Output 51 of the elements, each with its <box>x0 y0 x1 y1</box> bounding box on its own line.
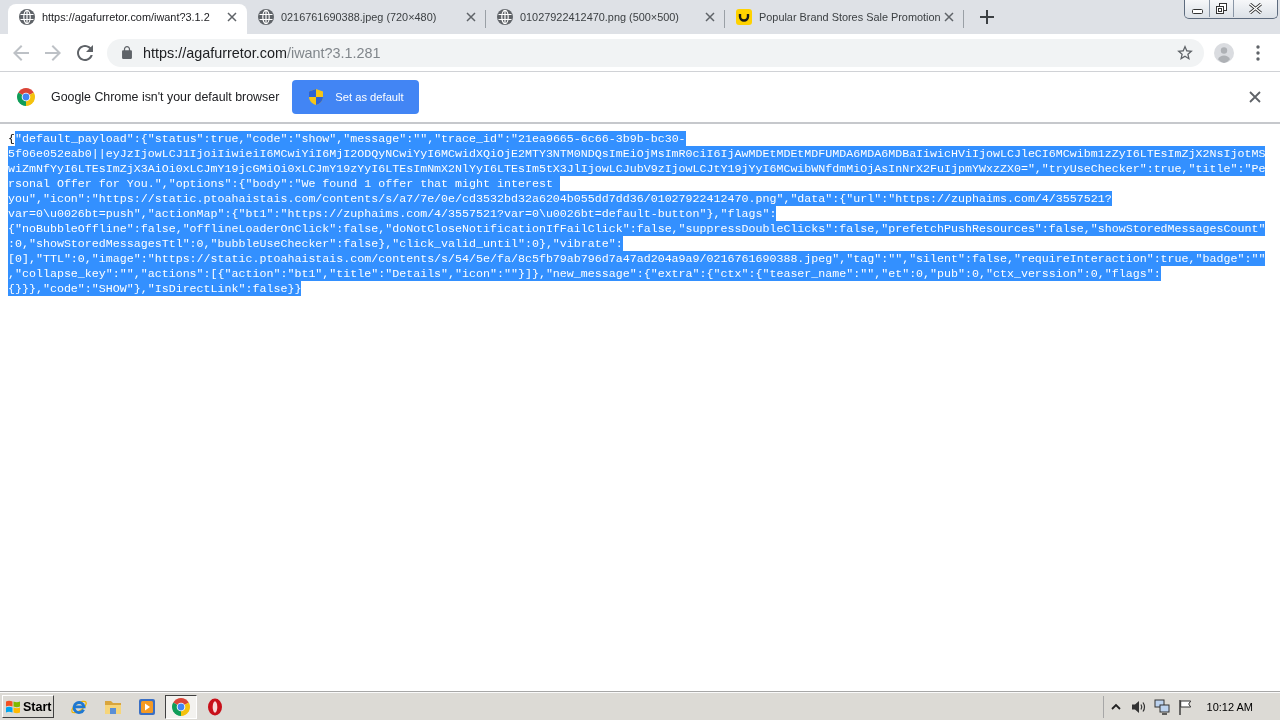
start-button[interactable]: Start <box>2 695 54 718</box>
close-icon[interactable] <box>944 12 954 22</box>
browser-logo-icon <box>17 88 35 106</box>
close-icon <box>1249 3 1262 14</box>
json-text: [0],"TTL":0,"image":"https://static.ptoahaistais.com/contents/s/54/5e/fa/8c5fb79ab796d7a47ad204a9a9/0216761690388.jpeg","tag":"","silent":false,"requireInteraction":true,"badge":"" <box>8 251 1266 266</box>
restore-button[interactable] <box>1210 0 1234 17</box>
globe-icon <box>497 9 513 25</box>
menu-icon[interactable] <box>1256 44 1260 61</box>
json-text: { <box>8 131 15 146</box>
star-icon[interactable] <box>1177 45 1193 60</box>
active-taskbar-button[interactable] <box>165 694 197 719</box>
json-text: wiZmNfYyI6LTEsImZjX3AiOi0xLCJmY19jcGMiOi0xLCJmY19zYyI6LTEsImNmX2NlYyI6LTEsIm5tX3JlIjowLCJubV9zIjowLCJtY19jYyI6MCwibWNfdmMiOjAsInNrX2FuIjpmYWxzZX0=","tryUseChecker":true,"title":"Pe <box>8 161 1266 176</box>
browser-tab[interactable]: 01027922412470.png (500×500) <box>486 4 725 34</box>
globe-icon <box>19 9 35 25</box>
close-icon[interactable] <box>1249 91 1261 103</box>
lock-icon <box>122 46 132 59</box>
smile-logo-icon <box>736 9 752 25</box>
browser-logo-icon[interactable] <box>172 697 190 716</box>
json-text: var=0\u0026bt=push","actionMap":{"bt1":"https://zuphaims.com/4/3557521?var=0\u0026bt=default-button"},"flags": <box>8 206 777 221</box>
json-text: 5f06e052eab0||eyJzIjowLCJ1IjoiIiwieiI6MCwiYiI6MjI2ODQyNCwiYyI6MCwidXQiOjE2MTY3NTM0NDQsImEiOjMsImR0ciI6IjAwMDEtMDEtMDFUMDA6MDA6MDBaIiwicHViIjowLCJleCI6MCwibm1zZyI6LTEsImZjX2NsIjotMS <box>8 146 1266 161</box>
close-icon[interactable] <box>705 12 715 22</box>
json-text: {}}},"code":"SHOW"},"IsDirectLink":false}} <box>8 281 302 296</box>
set-default-button[interactable]: Set as default <box>292 80 420 114</box>
browser-tab[interactable]: 0216761690388.jpeg (720×480) <box>247 4 486 34</box>
plus-icon[interactable] <box>980 10 994 24</box>
reload-icon[interactable] <box>77 44 93 61</box>
close-window-button[interactable] <box>1234 0 1277 17</box>
clock: 10:12 AM <box>1206 700 1253 713</box>
close-icon[interactable] <box>227 12 237 22</box>
browser-tab[interactable]: Popular Brand Stores Sale Promotion <box>725 4 964 34</box>
json-text: rsonal Offer for You.","options":{"body":"We found 1 offer that might interest <box>8 176 560 191</box>
json-text: :0,"showStoredMessagesTtl":0,"bubbleUseChecker":false},"click_valid_until":0},"vibrate": <box>8 236 623 251</box>
minimize-icon <box>1191 9 1203 14</box>
play-icon[interactable] <box>138 697 156 716</box>
close-icon[interactable] <box>466 12 476 22</box>
browser-tab[interactable]: https://agafurretor.com/iwant?3.1.2 <box>8 4 247 34</box>
o-logo-icon[interactable] <box>206 697 224 716</box>
json-text: ,"collapse_key":"","actions":[{"action":"bt1","title":"Details","icon":""}]},"new_message":{"extra":{"ctx":{"teaser_name":"","et":0,"pub":0,"ctx_verssion":0,"flags": <box>8 266 1161 281</box>
json-text: "default_payload":{"status":true,"code":"show","message":"","trace_id":"21ea9665-6c66-3b9b-bc30- <box>15 131 686 146</box>
start-logo-icon <box>5 698 21 715</box>
globe-icon <box>258 9 274 25</box>
json-text: you","icon":"https://static.ptoahaistais.com/contents/s/a7/7e/0e/cd3532bd32a6204b055dd7dd36/01027922412470.png","data":{"url":"https://zuphaims.com/4/3557521? <box>8 191 1112 206</box>
json-text: {"noBubbleOffline":false,"offlineLoaderOnClick":false,"doNotCloseNotificationIfFailClick":false,"suppressDoubleClicks":false,"prefetchPushResources":false,"showStoredMessagesCount" <box>8 221 1266 236</box>
speaker-icon[interactable] <box>1130 698 1147 715</box>
address-field[interactable]: https://agafurretor.com/iwant?3.1.281 <box>107 38 1204 67</box>
network-icon[interactable] <box>1153 698 1170 715</box>
flag-icon[interactable] <box>1176 698 1193 715</box>
shield-icon <box>309 89 324 105</box>
minimize-button[interactable] <box>1185 0 1210 17</box>
infobar-message: Google Chrome isn't your default browser <box>51 90 280 104</box>
restore-icon <box>1216 3 1227 14</box>
